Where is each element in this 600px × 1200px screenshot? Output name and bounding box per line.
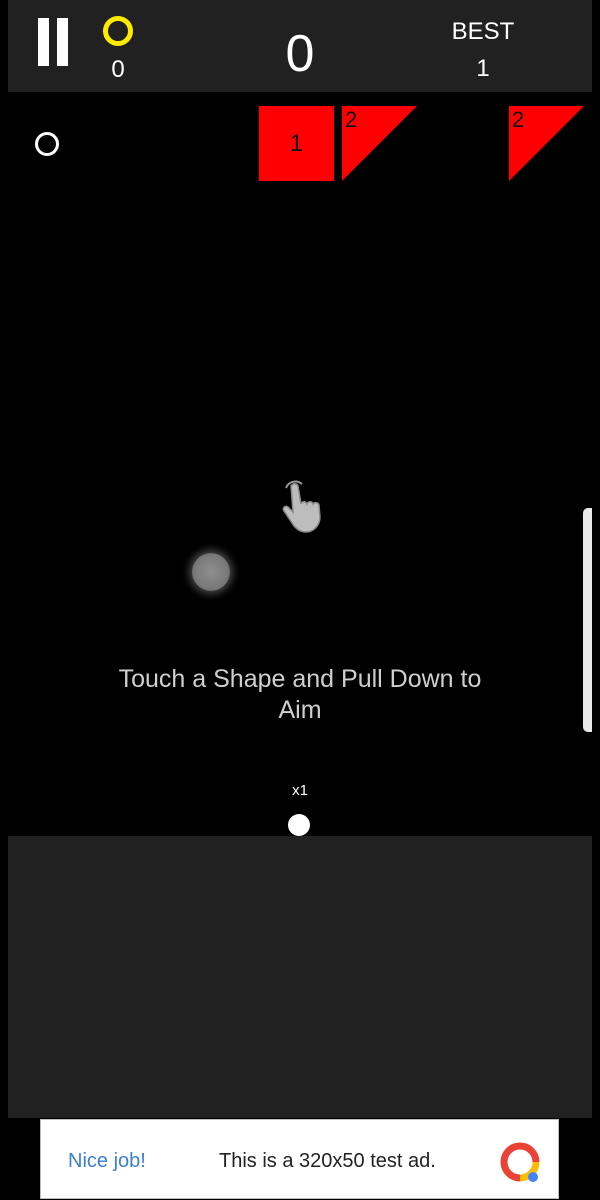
shape-hit-count: 1: [289, 130, 304, 157]
ad-text: This is a 320x50 test ad.: [219, 1150, 436, 1172]
shape-hit-count: 2: [512, 107, 525, 132]
score: 0: [285, 25, 315, 83]
shape-triangle[interactable]: 2: [509, 106, 584, 181]
ad-banner[interactable]: Nice job! This is a 320x50 test ad.: [40, 1119, 559, 1199]
ball-multiplier: x1: [292, 782, 308, 799]
ring-icon: [103, 16, 133, 46]
best-score: 1: [476, 55, 490, 82]
shape-triangle[interactable]: 2: [342, 106, 417, 181]
touch-indicator: [192, 553, 230, 591]
ad-logo-icon: [500, 1142, 540, 1182]
shape-hit-count: 2: [345, 107, 358, 132]
game-screen[interactable]: 0 0 BEST 1 1 2 2 Touch a Shape and Pull …: [0, 0, 600, 1200]
pointing-hand-icon: [282, 480, 321, 533]
top-hud: 0 0 BEST 1: [8, 0, 592, 92]
ring-pickup: [35, 132, 59, 156]
ad-title: Nice job!: [68, 1150, 146, 1172]
edge-handle[interactable]: [583, 508, 592, 732]
pause-icon-bar: [57, 18, 68, 66]
pause-button[interactable]: [30, 18, 70, 66]
launch-ball[interactable]: [288, 814, 310, 836]
tutorial-hint: Touch a Shape and Pull Down to Aim: [118, 665, 482, 724]
pause-icon: [38, 18, 49, 66]
best-label: BEST: [451, 18, 515, 45]
shape-square[interactable]: 1: [259, 106, 334, 181]
ring-count: 0: [111, 56, 125, 83]
bottom-panel: [8, 836, 592, 1118]
